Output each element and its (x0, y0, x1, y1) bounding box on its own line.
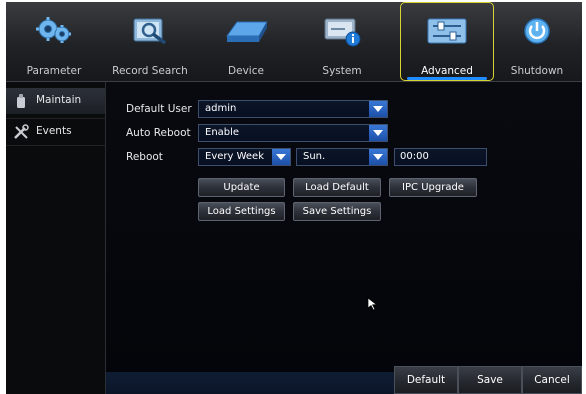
sidebar-item-label: Maintain (36, 94, 82, 106)
power-icon (514, 14, 560, 48)
chevron-down-icon (272, 149, 290, 165)
sliders-icon (424, 14, 470, 48)
cancel-button[interactable]: Cancel (522, 366, 582, 394)
sidebar-item-label: Events (36, 125, 72, 137)
default-user-select[interactable]: admin (198, 100, 388, 118)
gears-icon (31, 14, 77, 48)
tab-record-search[interactable]: Record Search (102, 2, 198, 81)
tab-label: Device (228, 65, 264, 77)
record-search-icon (127, 14, 173, 48)
reboot-frequency-value: Every Week (205, 151, 264, 162)
sidebar: Maintain Events (6, 82, 106, 394)
tab-advanced[interactable]: Advanced (400, 2, 494, 81)
tab-label: Shutdown (510, 65, 564, 77)
auto-reboot-value: Enable (205, 127, 240, 138)
default-button[interactable]: Default (394, 366, 458, 394)
reboot-day-value: Sun. (303, 151, 326, 162)
tab-system[interactable]: System (294, 2, 390, 81)
save-settings-button[interactable]: Save Settings (293, 202, 381, 221)
maintain-panel: Default User admin Auto Reboot Enable Re… (106, 82, 582, 372)
mouse-cursor-icon (367, 296, 379, 311)
tab-label: System (322, 65, 362, 77)
hard-drive-icon (223, 14, 269, 48)
wrench-icon (13, 124, 29, 140)
ipc-upgrade-button[interactable]: IPC Upgrade (389, 178, 477, 197)
auto-reboot-select[interactable]: Enable (198, 124, 388, 142)
dvr-window: Parameter Record Search Device System Ad… (6, 2, 582, 394)
load-settings-button[interactable]: Load Settings (198, 202, 285, 221)
sidebar-item-events[interactable]: Events (6, 118, 105, 146)
top-menu-bar: Parameter Record Search Device System Ad… (6, 2, 582, 82)
default-user-value: admin (205, 103, 237, 114)
active-tab-indicator (407, 77, 487, 80)
auto-reboot-label: Auto Reboot (126, 127, 191, 139)
chevron-down-icon (369, 149, 387, 165)
tab-label: Record Search (112, 65, 188, 77)
reboot-time-input[interactable]: 00:00 (394, 148, 487, 166)
reboot-frequency-select[interactable]: Every Week (198, 148, 291, 166)
load-default-button[interactable]: Load Default (293, 178, 381, 197)
tab-label: Advanced (421, 65, 473, 77)
chevron-down-icon (369, 125, 387, 141)
tab-label: Parameter (26, 65, 82, 77)
reboot-label: Reboot (126, 151, 163, 163)
tab-shutdown[interactable]: Shutdown (492, 2, 582, 81)
chevron-down-icon (369, 101, 387, 117)
reboot-time-value: 00:00 (400, 151, 429, 162)
reboot-day-select[interactable]: Sun. (296, 148, 388, 166)
save-button[interactable]: Save (458, 366, 522, 394)
maintain-icon (13, 93, 29, 109)
tab-parameter[interactable]: Parameter (6, 2, 102, 81)
sidebar-item-maintain[interactable]: Maintain (6, 88, 105, 114)
default-user-label: Default User (126, 103, 192, 115)
update-button[interactable]: Update (198, 178, 285, 197)
tab-device[interactable]: Device (198, 2, 294, 81)
system-info-icon (319, 14, 365, 48)
